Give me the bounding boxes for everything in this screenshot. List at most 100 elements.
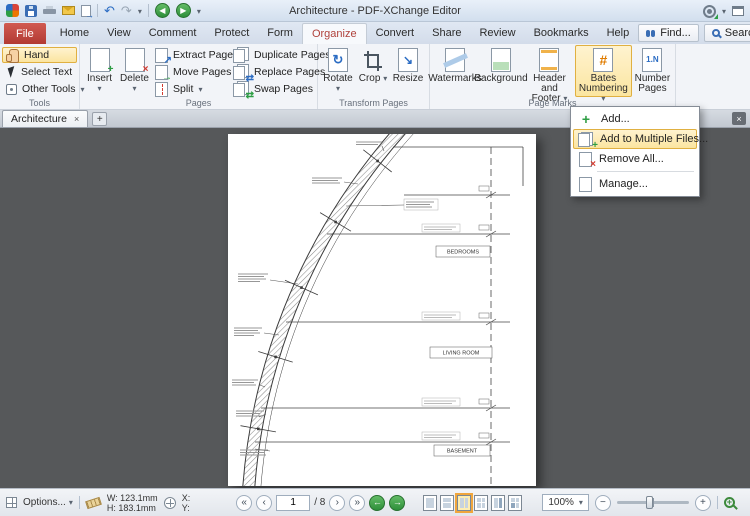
next-page-button[interactable]: › (329, 495, 345, 511)
zoom-level-value: 100% (548, 497, 574, 508)
tab-home[interactable]: Home (51, 22, 98, 44)
resize-button[interactable]: ↘ Resize (390, 45, 426, 97)
tab-review[interactable]: Review (470, 22, 524, 44)
tab-help[interactable]: Help (598, 22, 639, 44)
chevron-down-icon (97, 83, 101, 94)
other-tools-label: Other Tools (22, 83, 76, 95)
other-tools-button[interactable]: Other Tools (2, 81, 77, 97)
layout-cover-page-button[interactable] (491, 495, 505, 511)
zoom-tool-icon[interactable] (724, 497, 735, 508)
zoom-in-button[interactable]: + (695, 495, 711, 511)
select-text-button[interactable]: Select Text (2, 64, 77, 80)
add-to-multiple-files-icon: + (578, 132, 593, 147)
background-button[interactable]: Background (478, 45, 524, 97)
page-number-input[interactable] (276, 495, 310, 511)
next-view-button[interactable]: → (389, 495, 405, 511)
previous-page-button[interactable]: ‹ (256, 495, 272, 511)
room-label-basement: BASEMENT (447, 449, 478, 455)
search-button[interactable]: Search... (704, 24, 750, 42)
chevron-down-icon (69, 497, 73, 508)
menu-item-add[interactable]: Add... (573, 109, 697, 129)
last-page-button[interactable]: » (349, 495, 365, 511)
tab-protect[interactable]: Protect (205, 22, 258, 44)
text-cursor-icon (8, 66, 18, 78)
extract-pages-icon: ↗ (155, 48, 168, 63)
pdf-page[interactable]: BEDROOMS LIVING ROOM BASEMENT (228, 134, 536, 486)
crop-button[interactable]: Crop (356, 45, 390, 97)
zoom-level-select[interactable]: 100% (542, 494, 589, 511)
menu-item-manage[interactable]: Manage... (573, 174, 697, 194)
crosshair-icon (164, 497, 176, 509)
move-pages-label: Move Pages (173, 66, 231, 78)
chevron-down-icon[interactable] (722, 5, 726, 17)
tab-view[interactable]: View (98, 22, 140, 44)
background-icon (491, 48, 511, 72)
panes-icon[interactable] (6, 497, 17, 508)
close-document-button[interactable]: × (732, 112, 746, 125)
hand-icon (6, 49, 19, 62)
close-tab-icon[interactable]: × (74, 115, 79, 124)
zoom-out-button[interactable]: − (595, 495, 611, 511)
number-pages-icon: 1.N (642, 48, 662, 72)
menu-item-add-to-multiple-files[interactable]: + Add to Multiple Files... (573, 129, 697, 149)
delete-pages-button[interactable]: × Delete (117, 45, 152, 97)
menu-item-remove-all[interactable]: × Remove All... (573, 149, 697, 169)
resize-label: Resize (393, 74, 424, 84)
window-layout-icon[interactable] (732, 6, 744, 16)
watermarks-icon (445, 48, 465, 72)
rotate-icon: ↻ (328, 48, 348, 72)
rotate-button[interactable]: ↻ Rotate (320, 45, 356, 97)
find-button[interactable]: Find... (638, 24, 699, 42)
replace-pages-button[interactable]: ⇄ Replace Pages (230, 64, 314, 80)
new-tab-button[interactable]: + (92, 112, 107, 126)
options-button[interactable]: Options... (23, 497, 73, 508)
chevron-down-icon (336, 83, 340, 94)
tab-convert[interactable]: Convert (367, 22, 424, 44)
group-label-pages: Pages (80, 98, 317, 109)
bates-numbering-button[interactable]: # Bates Numbering (575, 45, 632, 97)
hand-tool-button[interactable]: Hand (2, 47, 77, 63)
first-page-button[interactable]: « (236, 495, 252, 511)
title-bar: → ◀ ▶ Architecture - PDF-XChange Editor (0, 0, 750, 22)
extract-pages-button[interactable]: ↗ Extract Pages (152, 47, 230, 63)
move-pages-icon: → (155, 65, 168, 80)
previous-view-button[interactable]: ← (369, 495, 385, 511)
ribbon-organize: Hand Select Text Other Tools Tools + Ins… (0, 44, 750, 110)
page-width-value: W: 123.1mm (107, 493, 158, 503)
search-icon (712, 29, 720, 37)
tab-organize[interactable]: Organize (302, 23, 367, 44)
layout-continuous-button[interactable] (440, 495, 454, 511)
ribbon-group-pages: + Insert × Delete ↗ Extract Pages → Move… (80, 44, 318, 109)
layout-two-pages-button[interactable] (457, 495, 471, 511)
layout-two-pages-continuous-button[interactable] (474, 495, 488, 511)
chevron-down-icon (383, 73, 387, 84)
watermarks-button[interactable]: Watermarks (432, 45, 478, 97)
bates-numbering-menu: Add... + Add to Multiple Files... × Remo… (570, 106, 700, 197)
layout-single-page-button[interactable] (423, 495, 437, 511)
search-label: Search... (725, 27, 750, 39)
swap-pages-button[interactable]: ⇄ Swap Pages (230, 81, 314, 97)
tab-form[interactable]: Form (258, 22, 302, 44)
duplicate-pages-icon (233, 47, 249, 63)
move-pages-button[interactable]: → Move Pages (152, 64, 230, 80)
split-button[interactable]: Split (152, 81, 230, 97)
menu-item-remove-all-label: Remove All... (599, 153, 664, 165)
zoom-slider[interactable] (617, 501, 689, 504)
insert-pages-button[interactable]: + Insert (82, 45, 117, 97)
document-tab-architecture[interactable]: Architecture × (2, 110, 88, 127)
room-label-bedrooms: BEDROOMS (447, 250, 479, 256)
zoom-slider-thumb[interactable] (646, 496, 653, 509)
layout-cover-continuous-button[interactable] (508, 495, 522, 511)
bates-numbering-label: Bates Numbering (579, 73, 628, 94)
tab-comment[interactable]: Comment (140, 22, 206, 44)
settings-icon[interactable] (703, 5, 716, 18)
duplicate-pages-button[interactable]: Duplicate Pages (230, 47, 314, 63)
statusbar-separator (79, 496, 80, 509)
tab-file[interactable]: File (4, 23, 46, 44)
page-total-label: / 8 (314, 497, 325, 508)
tab-share[interactable]: Share (423, 22, 470, 44)
number-pages-button[interactable]: 1.N Number Pages (632, 45, 673, 97)
delete-page-icon: × (125, 48, 145, 72)
tab-bookmarks[interactable]: Bookmarks (525, 22, 598, 44)
header-footer-button[interactable]: Header and Footer (524, 45, 575, 97)
